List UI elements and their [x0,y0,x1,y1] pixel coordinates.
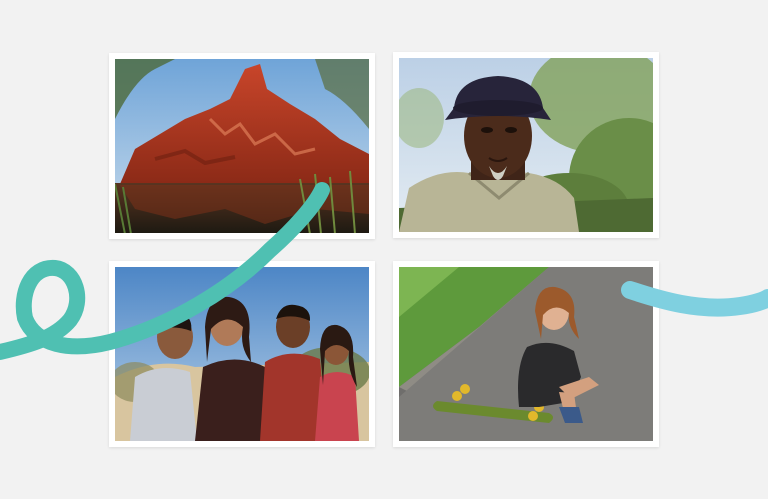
family-photo [115,267,369,441]
gorge-photo [115,59,369,233]
photo-card-gorge [109,53,375,239]
photo-card-skater [393,261,659,447]
elder-photo [399,58,653,232]
skater-photo [399,267,653,441]
photo-card-family [109,261,375,447]
photo-card-elder [393,52,659,238]
collage [0,0,768,499]
